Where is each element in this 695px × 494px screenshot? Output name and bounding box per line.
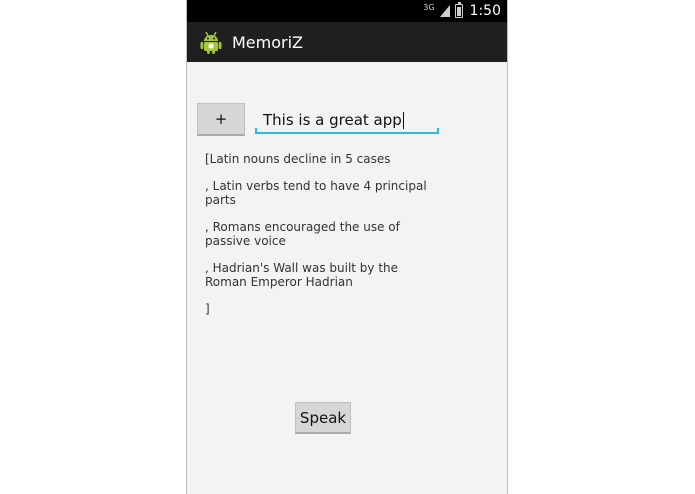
app-title: MemoriZ bbox=[232, 32, 304, 52]
note-item: , Latin verbs tend to have 4 principal p… bbox=[205, 179, 427, 207]
note-item: ] bbox=[205, 302, 210, 316]
note-item: , Romans encouraged the use of passive v… bbox=[205, 220, 400, 248]
phone-screen: 3G 1:50 MemoriZ + This is a great app [L… bbox=[186, 0, 508, 494]
speak-button[interactable]: Speak bbox=[295, 402, 351, 434]
add-note-button-label: + bbox=[214, 110, 228, 128]
text-cursor bbox=[402, 111, 404, 129]
note-entry-field[interactable]: This is a great app bbox=[255, 108, 439, 134]
note-item: , Hadrian's Wall was built by the Roman … bbox=[205, 261, 399, 289]
note-entry-value: This is a great app bbox=[263, 111, 402, 129]
clock: 1:50 bbox=[469, 3, 501, 19]
status-bar: 3G 1:50 bbox=[187, 0, 507, 22]
signal-icon bbox=[439, 5, 450, 17]
network-type-label: 3G bbox=[423, 2, 435, 12]
action-bar: MemoriZ bbox=[187, 22, 507, 62]
notes-list: [Latin nouns decline in 5 cases , Latin … bbox=[205, 152, 435, 329]
android-robot-icon bbox=[200, 31, 222, 54]
add-note-button[interactable]: + bbox=[197, 103, 245, 136]
speak-button-label: Speak bbox=[299, 408, 347, 427]
battery-icon bbox=[454, 2, 463, 18]
status-icons: 3G 1:50 bbox=[423, 0, 501, 22]
note-item: [Latin nouns decline in 5 cases bbox=[205, 152, 391, 166]
